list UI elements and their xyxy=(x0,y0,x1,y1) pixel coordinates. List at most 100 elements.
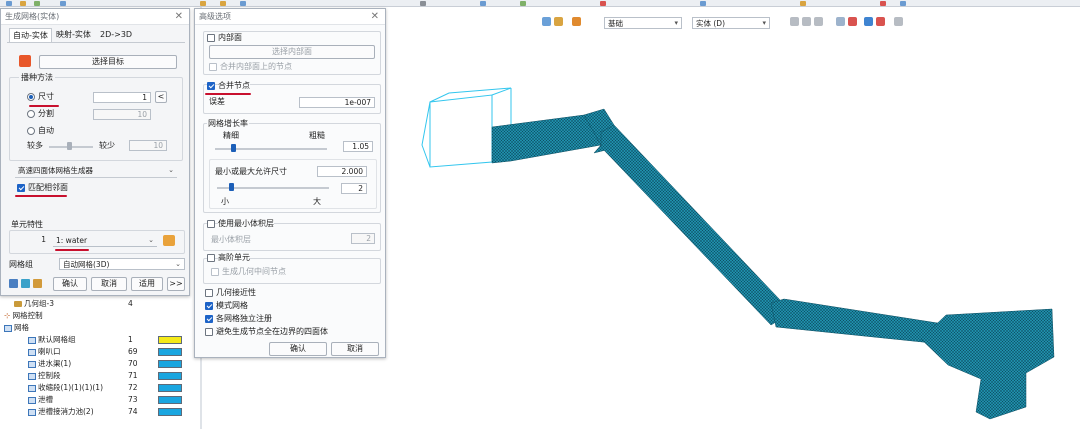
register-each-checkbox[interactable] xyxy=(205,315,213,323)
transform-icon[interactable] xyxy=(790,17,799,26)
inner-face-checkbox[interactable] xyxy=(207,34,215,42)
select-filter-icon[interactable] xyxy=(554,17,563,26)
toolbar-icon[interactable] xyxy=(520,1,526,6)
match-adjacent-checkbox[interactable] xyxy=(17,184,25,192)
tree-row-contraction[interactable]: 收缩段(1)(1)(1)(1) 72 xyxy=(28,382,138,393)
element-id-input[interactable]: 1 xyxy=(15,235,49,246)
view-mode-icon[interactable] xyxy=(542,17,551,26)
filter-combo[interactable]: 基础 ▾ xyxy=(604,17,682,29)
toolbar-icon[interactable] xyxy=(600,1,606,6)
color-swatch[interactable] xyxy=(158,408,182,416)
color-swatch[interactable] xyxy=(158,396,182,404)
work-plane-icon[interactable] xyxy=(572,17,581,26)
divide-input[interactable]: 10 xyxy=(93,109,151,120)
auto-input[interactable]: 10 xyxy=(129,140,167,151)
merge-nodes-checkbox[interactable] xyxy=(207,82,215,90)
geom-approx-checkbox[interactable] xyxy=(205,289,213,297)
size-input[interactable]: 1 xyxy=(93,92,151,103)
density-slider-thumb[interactable] xyxy=(67,142,72,150)
preview-icon[interactable] xyxy=(21,279,30,288)
inner-face-label: 内部面 xyxy=(218,33,242,43)
underline-annotation xyxy=(55,249,89,251)
growth-slider-thumb[interactable] xyxy=(231,144,236,152)
color-swatch[interactable] xyxy=(158,348,182,356)
display-icon[interactable] xyxy=(848,17,857,26)
tree-row-mesh-control[interactable]: ⊹ 网格控制 xyxy=(4,310,43,321)
select-inner-face-button[interactable]: 选择内部面 xyxy=(209,45,375,59)
color-swatch[interactable] xyxy=(158,360,182,368)
mesh-group-select[interactable]: 自动网格(3D) ⌄ xyxy=(59,258,185,270)
toolbar-icon[interactable] xyxy=(220,1,226,6)
preview-icon[interactable] xyxy=(9,279,18,288)
tab-map-solid[interactable]: 映射-实体 xyxy=(53,28,94,42)
tree-row-chute[interactable]: 泄槽 73 xyxy=(28,394,138,405)
entity-type-combo[interactable]: 实体 (D) ▾ xyxy=(692,17,770,29)
toolbar-icon[interactable] xyxy=(20,1,26,6)
select-target-button[interactable]: 选择目标 xyxy=(39,55,177,69)
tab-2d-3d[interactable]: 2D->3D xyxy=(97,28,135,42)
tree-row-chute-basin[interactable]: 泄槽接消力池(2) 74 xyxy=(28,406,138,417)
ratio-input[interactable]: 2 xyxy=(341,183,367,194)
tolerance-input[interactable]: 1e-007 xyxy=(299,97,375,108)
ok-button[interactable]: 确认 xyxy=(53,277,87,291)
toolbar-icon[interactable] xyxy=(6,1,12,6)
display-icon[interactable] xyxy=(876,17,885,26)
transform-icon[interactable] xyxy=(802,17,811,26)
material-select[interactable]: 1: water ⌄ xyxy=(53,235,157,247)
close-icon[interactable]: ✕ xyxy=(175,9,183,24)
color-swatch[interactable] xyxy=(158,336,182,344)
size-radio[interactable] xyxy=(27,93,35,101)
tree-row-default-group[interactable]: 默认网格组 1 xyxy=(28,334,133,345)
toolbar-icon[interactable] xyxy=(60,1,66,6)
tree-row-bellmouth[interactable]: 喇叭口 69 xyxy=(28,346,138,357)
more-options-button[interactable]: >> xyxy=(167,277,185,291)
mid-nodes-checkbox[interactable] xyxy=(211,268,219,276)
toolbar-icon[interactable] xyxy=(900,1,906,6)
display-icon[interactable] xyxy=(864,17,873,26)
min-volume-checkbox[interactable] xyxy=(207,220,215,228)
material-table-icon[interactable] xyxy=(163,235,175,246)
mesh-icon xyxy=(28,348,36,356)
toolbar-icon[interactable] xyxy=(200,1,206,6)
color-swatch[interactable] xyxy=(158,372,182,380)
toolbar-icon[interactable] xyxy=(420,1,426,6)
merge-inner-nodes-checkbox[interactable] xyxy=(209,63,217,71)
high-order-label: 高阶单元 xyxy=(218,253,250,263)
mesh-end-block xyxy=(920,308,1055,420)
tab-auto-solid[interactable]: 自动-实体 xyxy=(9,28,52,42)
avoid-tetra-checkbox[interactable] xyxy=(205,328,213,336)
pin-icon[interactable] xyxy=(894,17,903,26)
display-icon[interactable] xyxy=(836,17,845,26)
toolbar-icon[interactable] xyxy=(880,1,886,6)
mesh-icon xyxy=(4,324,12,332)
toolbar-icon[interactable] xyxy=(700,1,706,6)
toolbar-icon[interactable] xyxy=(480,1,486,6)
min-volume-input[interactable]: 2 xyxy=(351,233,375,244)
growth-input[interactable]: 1.05 xyxy=(343,141,373,152)
ratio-slider-thumb[interactable] xyxy=(229,183,234,191)
tree-row-mesh[interactable]: 网格 xyxy=(4,322,29,333)
divide-radio[interactable] xyxy=(27,110,35,118)
toolbar-icon[interactable] xyxy=(34,1,40,6)
preview-icon[interactable] xyxy=(33,279,42,288)
apply-button[interactable]: 适用 xyxy=(131,277,163,291)
adv-cancel-button[interactable]: 取消 xyxy=(331,342,379,356)
auto-radio[interactable] xyxy=(27,127,35,135)
size-pick-button[interactable]: < xyxy=(155,91,167,103)
tree-row-inlet-channel[interactable]: 进水渠(1) 70 xyxy=(28,358,138,369)
tree-row-geom-group[interactable]: 几何组-3 4 xyxy=(14,298,133,309)
mode-mesh-checkbox[interactable] xyxy=(205,302,213,310)
min-max-input[interactable]: 2.000 xyxy=(317,166,367,177)
toolbar-icon[interactable] xyxy=(800,1,806,6)
close-icon[interactable]: ✕ xyxy=(371,9,379,24)
toolbar-icon[interactable] xyxy=(240,1,246,6)
tree-row-control-section[interactable]: 控制段 71 xyxy=(28,370,138,381)
color-swatch[interactable] xyxy=(158,384,182,392)
generator-select[interactable]: 高速四面体网格生成器 ⌄ xyxy=(15,165,177,177)
adv-ok-button[interactable]: 确认 xyxy=(269,342,327,356)
mid-nodes-label: 生成几何中间节点 xyxy=(222,267,286,276)
cancel-button[interactable]: 取消 xyxy=(91,277,127,291)
fine-label: 精细 xyxy=(223,131,239,140)
high-order-checkbox[interactable] xyxy=(207,254,215,262)
transform-icon[interactable] xyxy=(814,17,823,26)
